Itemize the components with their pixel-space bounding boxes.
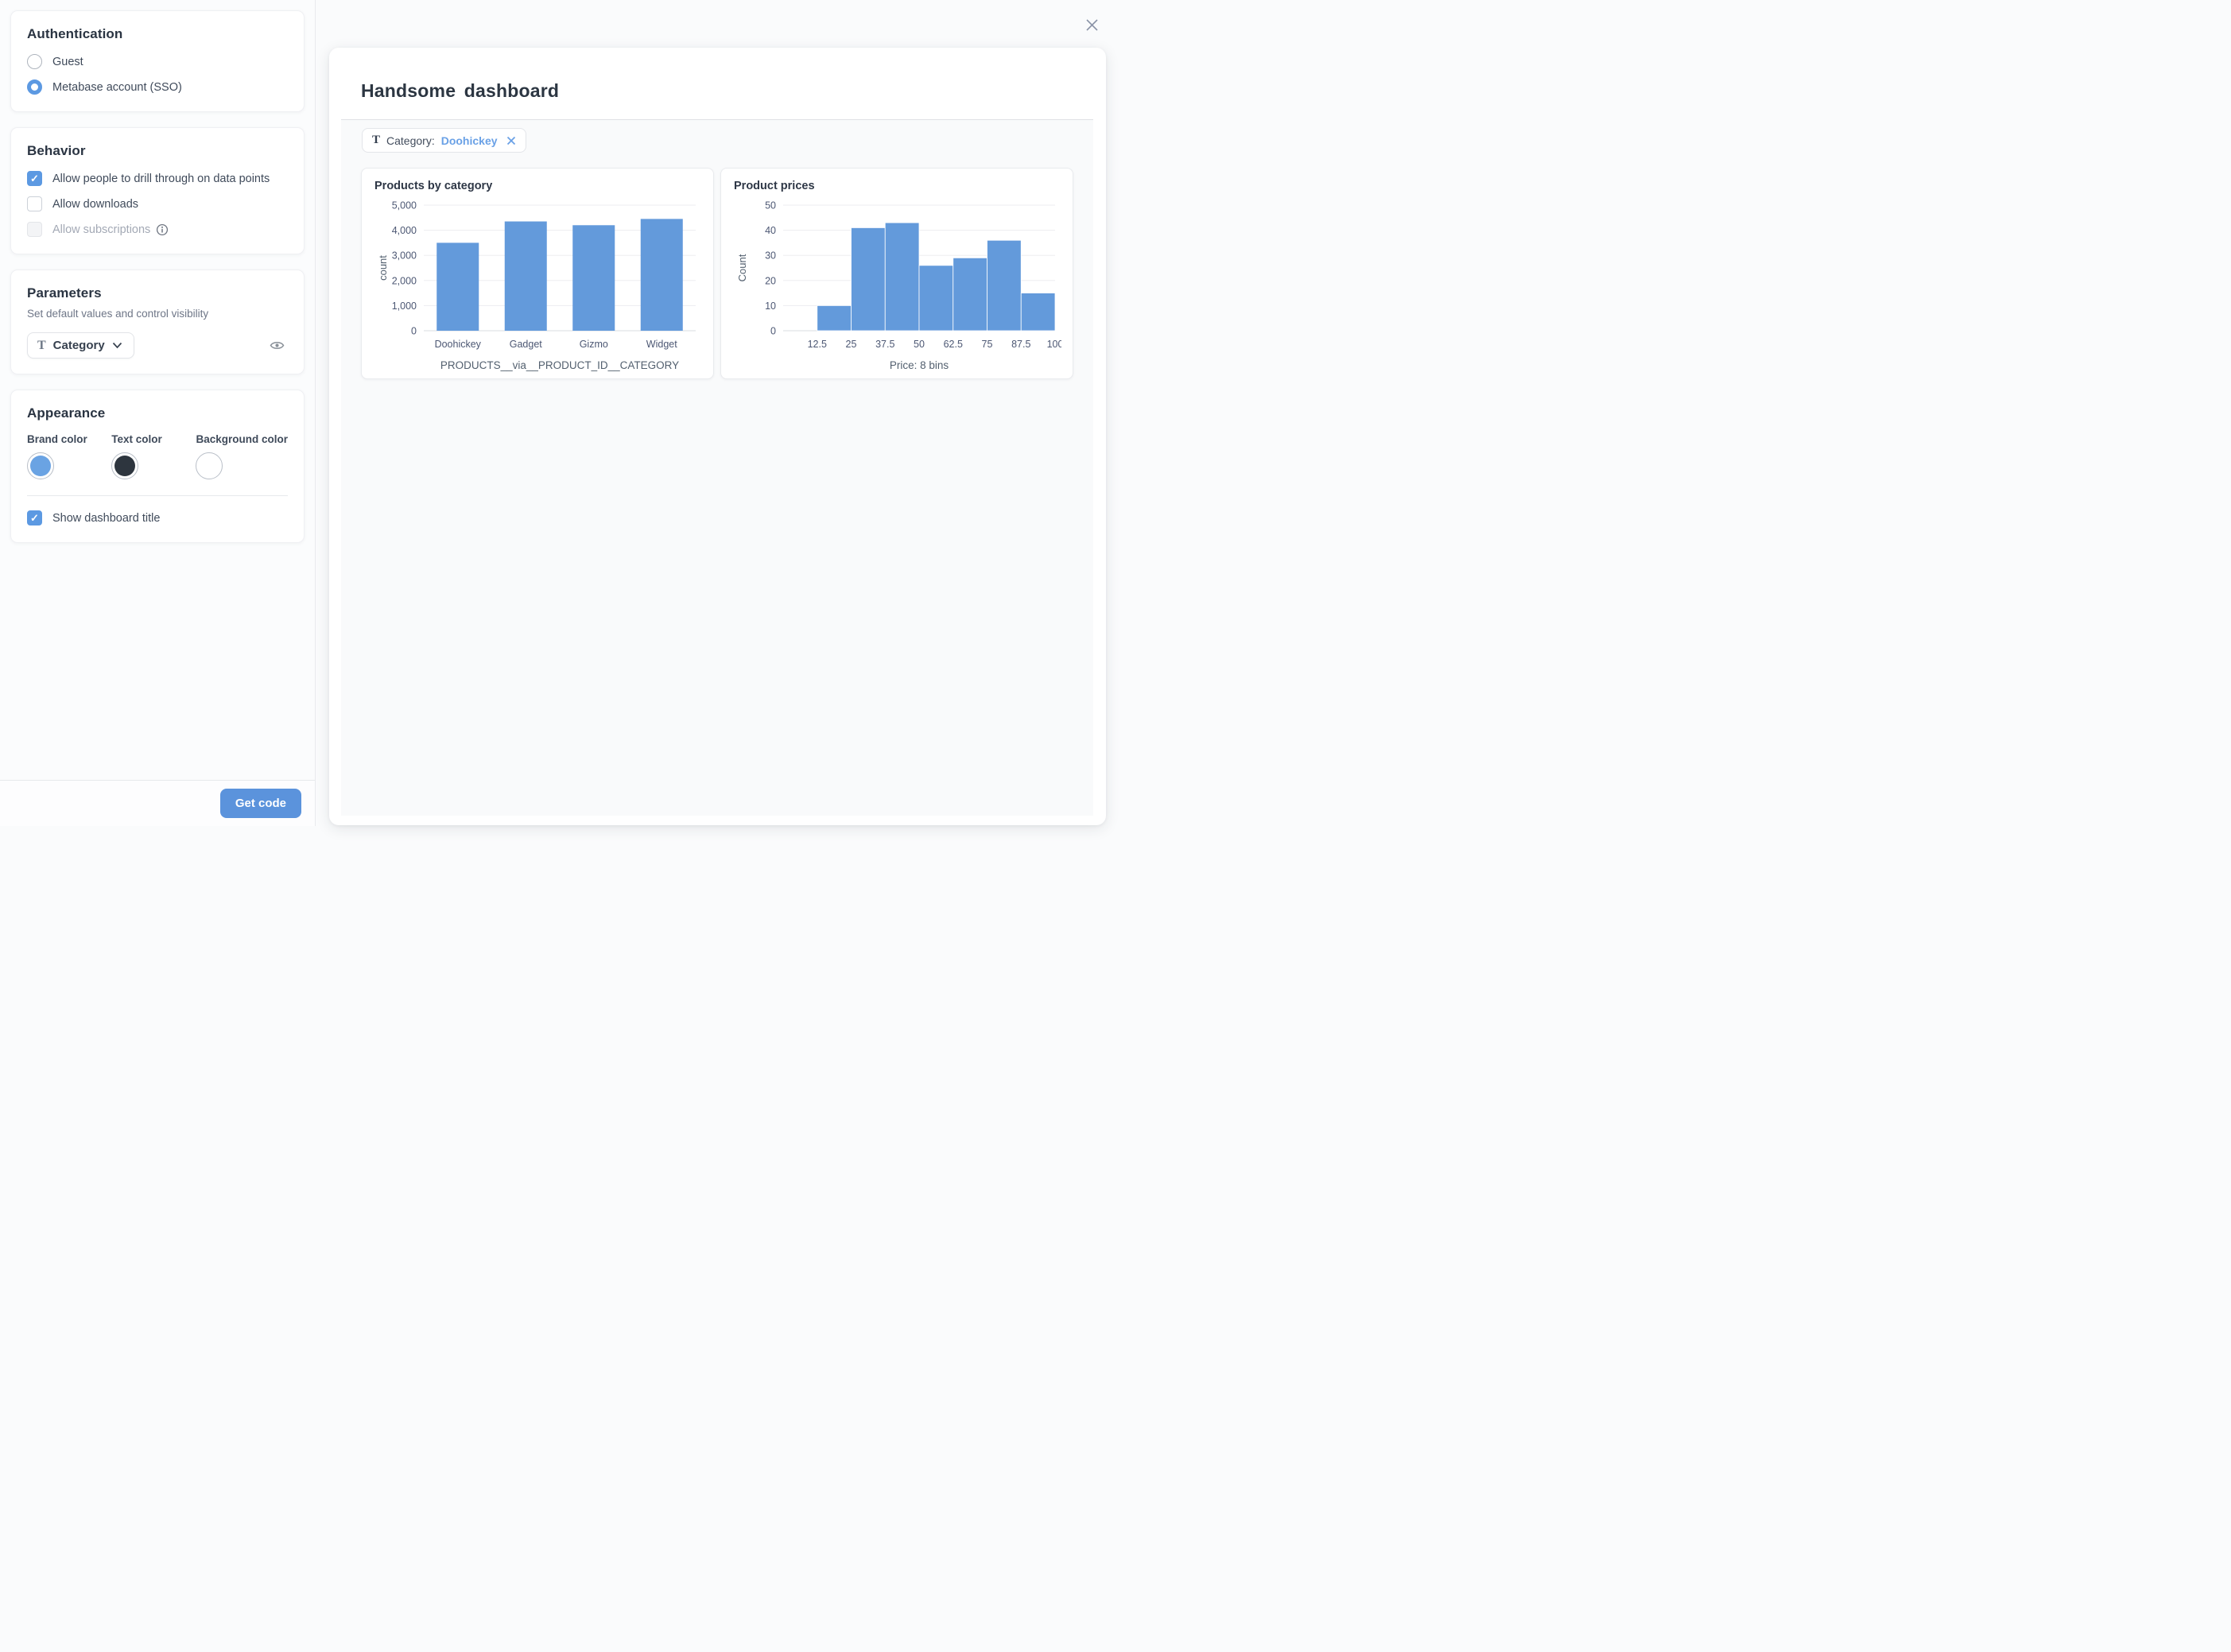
drill-through-checkbox[interactable]: ✓ [27,171,42,186]
show-dashboard-title-label: Show dashboard title [52,511,161,525]
svg-text:Widget: Widget [646,339,677,350]
brand-color-label: Brand color [27,433,87,445]
background-color-label: Background color [196,433,288,445]
svg-text:40: 40 [765,225,776,236]
svg-text:1,000: 1,000 [392,301,417,312]
authentication-title: Authentication [27,26,123,41]
dashboard-preview-card: Handsome dashboard T Category: Doohickey… [329,48,1106,825]
filter-chip-param-label: Category: [386,134,435,147]
filter-chip-value: Doohickey [440,134,498,147]
svg-text:100: 100 [1047,339,1061,350]
embed-settings-panel: Authentication Guest Metabase account (S… [0,0,316,826]
subscriptions-label: Allow subscriptions [52,223,151,236]
check-icon: ✓ [30,512,39,524]
appearance-card: Appearance Brand color Text color Backgr… [10,390,305,543]
svg-text:0: 0 [770,326,776,337]
svg-text:62.5: 62.5 [944,339,963,350]
svg-text:75: 75 [982,339,993,350]
downloads-row[interactable]: ✓ Allow downloads [27,196,288,211]
svg-text:Gadget: Gadget [510,339,543,350]
svg-text:Count: Count [736,254,748,281]
svg-text:20: 20 [765,275,776,286]
svg-text:12.5: 12.5 [808,339,827,350]
svg-text:PRODUCTS__via__PRODUCT_ID__CAT: PRODUCTS__via__PRODUCT_ID__CATEGORY [440,359,679,371]
info-icon [156,223,169,236]
products-by-category-chart-card: Products by category 0 1,000 2,000 3,000 4,0… [361,168,714,379]
svg-text:30: 30 [765,250,776,262]
category-parameter-dropdown[interactable]: T Category [27,332,134,359]
show-dashboard-title-checkbox[interactable]: ✓ [27,510,42,525]
svg-text:Doohickey: Doohickey [435,339,482,350]
preview-area: Handsome dashboard T Category: Doohickey… [316,0,1116,826]
close-icon[interactable] [1081,14,1104,41]
svg-text:5,000: 5,000 [392,200,417,211]
get-code-button[interactable]: Get code [219,789,301,818]
svg-text:count: count [377,255,389,281]
behavior-title: Behavior [27,143,86,158]
text-color-label: Text color [111,433,162,445]
text-parameter-icon: T [37,338,46,352]
brand-color-swatch[interactable] [27,452,54,479]
category-filter-chip[interactable]: T Category: Doohickey [362,128,526,153]
parameter-visibility-eye-icon[interactable] [266,337,288,354]
text-parameter-icon: T [372,134,381,146]
svg-text:Gizmo: Gizmo [580,339,608,350]
svg-text:3,000: 3,000 [392,250,417,262]
auth-option-sso[interactable]: Metabase account (SSO) [27,79,288,95]
filter-chip-close-icon[interactable] [506,135,517,146]
chevron-down-icon [112,342,122,349]
svg-text:0: 0 [411,326,417,337]
background-color-swatch[interactable] [196,452,223,479]
svg-text:37.5: 37.5 [875,339,894,350]
sso-radio-label: Metabase account (SSO) [52,80,182,94]
chart-title: Product prices [734,180,815,192]
subscriptions-row: ✓ Allow subscriptions [27,222,288,237]
behavior-card: Behavior ✓ Allow people to drill through… [10,127,305,254]
show-dashboard-title-row[interactable]: ✓ Show dashboard title [27,510,288,525]
chart-title: Products by category [374,180,493,192]
drill-through-row[interactable]: ✓ Allow people to drill through on data … [27,171,288,186]
svg-text:50: 50 [914,339,925,350]
guest-radio[interactable] [27,54,42,69]
auth-option-guest[interactable]: Guest [27,54,288,69]
parameters-subtitle: Set default values and control visibilit… [27,308,209,320]
category-parameter-label: Category [52,339,105,352]
svg-text:87.5: 87.5 [1011,339,1030,350]
text-color-swatch[interactable] [111,452,139,479]
dashboard-body: T Category: Doohickey Products by catego… [341,119,1093,816]
check-icon: ✓ [30,173,39,184]
svg-text:25: 25 [846,339,857,350]
parameters-title: Parameters [27,285,102,301]
product-prices-chart[interactable]: 0 10 20 30 40 50 12.5 25 37.5 50 62.5 75 87.5 100 Pric… [734,196,1061,375]
settings-footer: Get code [0,780,315,826]
authentication-card: Authentication Guest Metabase account (S… [10,10,305,112]
downloads-checkbox[interactable]: ✓ [27,196,42,211]
product-prices-chart-card: Product prices 0 10 20 30 40 50 12.5 25 37.5 50 62… [720,168,1073,379]
drill-through-label: Allow people to drill through on data po… [52,172,270,185]
downloads-label: Allow downloads [52,197,139,211]
guest-radio-label: Guest [52,55,83,68]
svg-text:10: 10 [765,301,776,312]
products-by-category-chart[interactable]: 0 1,000 2,000 3,000 4,000 5,000 Doohickey Gadge… [374,196,700,375]
parameters-card: Parameters Set default values and contro… [10,270,305,374]
dashboard-title: Handsome dashboard [361,80,560,101]
svg-text:4,000: 4,000 [392,225,417,236]
svg-text:Price: 8 bins: Price: 8 bins [890,359,949,371]
svg-text:2,000: 2,000 [392,275,417,286]
appearance-divider [27,495,288,496]
svg-text:50: 50 [765,200,776,211]
appearance-title: Appearance [27,405,106,421]
subscriptions-checkbox: ✓ [27,222,42,237]
sso-radio[interactable] [27,79,42,95]
